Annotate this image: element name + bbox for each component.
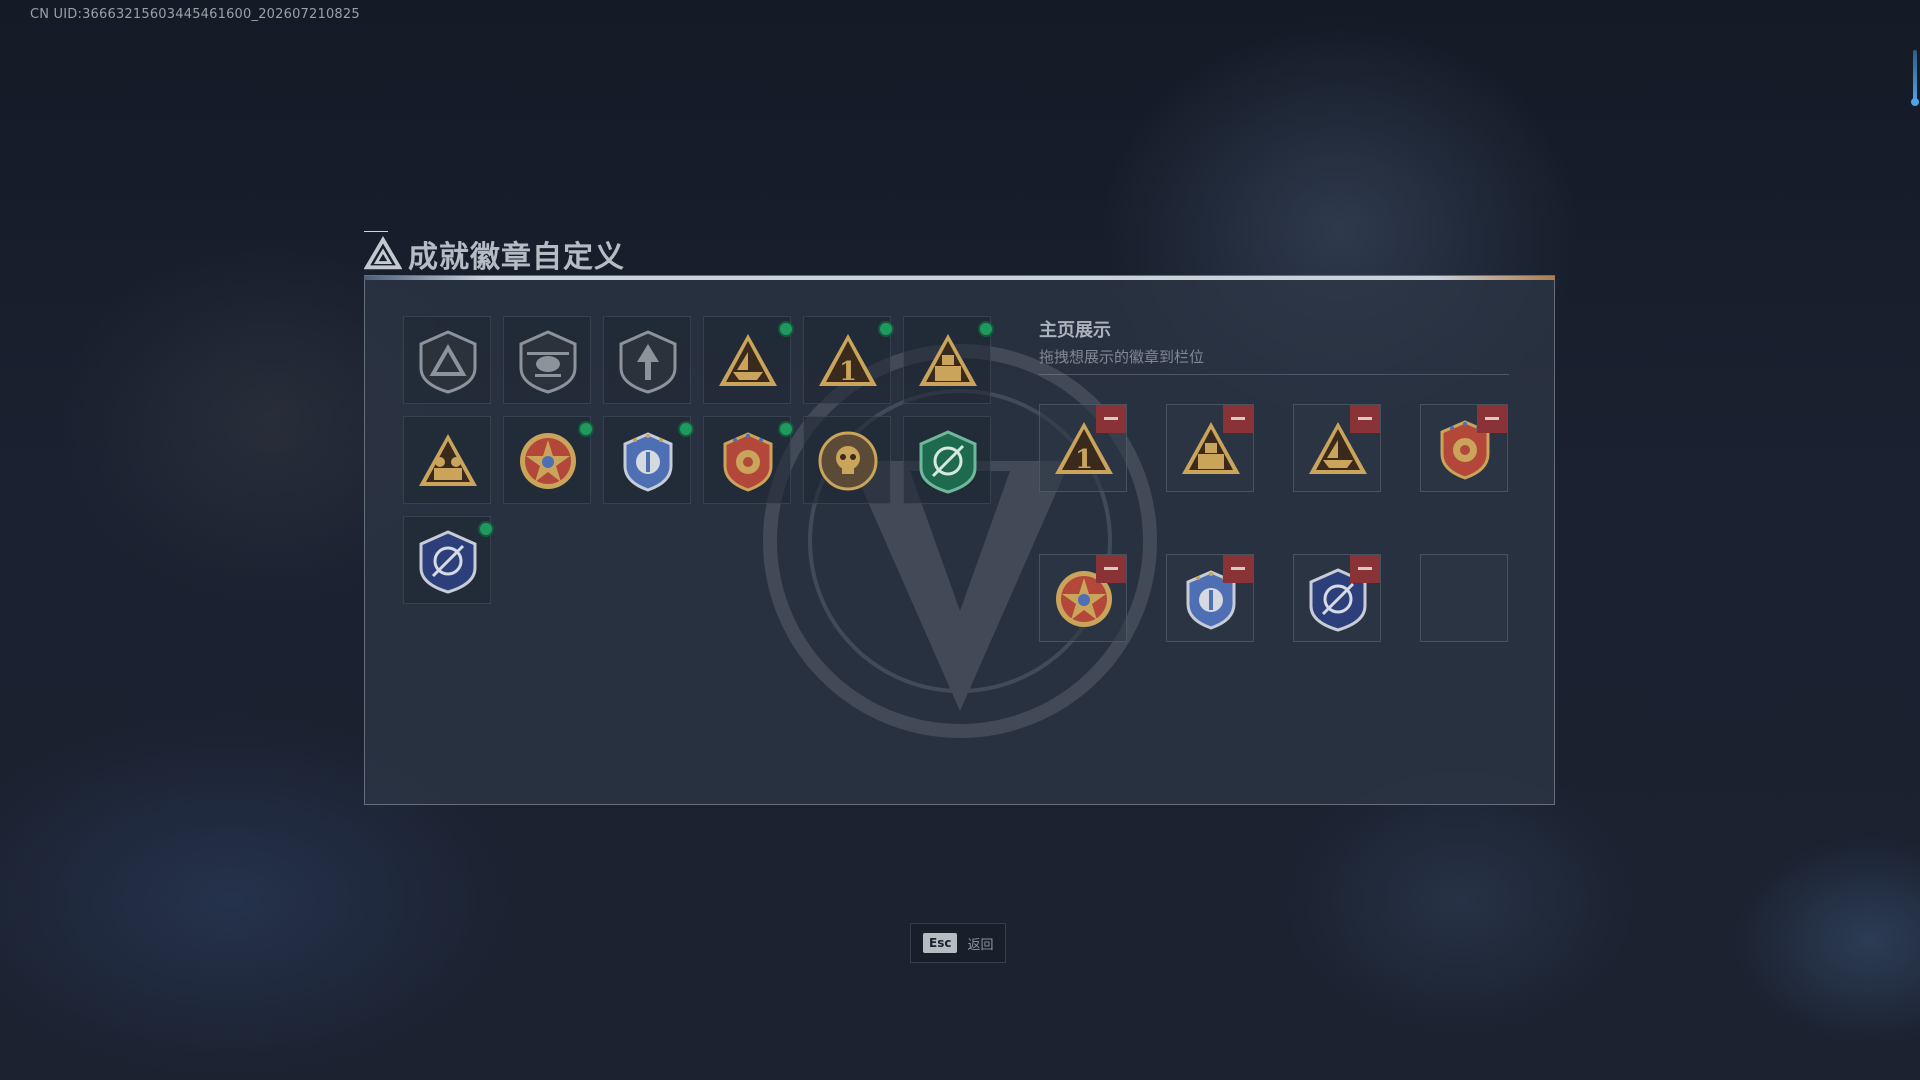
number-one-triangle-badge-icon: 1 [819, 334, 877, 387]
back-label: 返回 [967, 937, 994, 953]
badge-slot[interactable] [603, 316, 691, 404]
remove-badge-button[interactable] [1096, 405, 1126, 433]
back-button[interactable]: Esc 返回 [910, 923, 1007, 963]
showcase-subtitle: 拖拽想展示的徽章到栏位 [1039, 348, 1205, 366]
showcase-divider [1039, 374, 1509, 375]
ship-triangle-badge-icon [719, 334, 777, 386]
remove-badge-button[interactable] [1477, 405, 1507, 433]
remove-badge-button[interactable] [1096, 555, 1126, 583]
uid-watermark: CN UID:36663215603445461600_202607210825 [30, 7, 360, 22]
esc-key-hint: Esc [923, 933, 958, 953]
showcase-slot[interactable] [1293, 554, 1381, 642]
svg-text:1: 1 [1075, 445, 1093, 475]
badge-slot[interactable] [503, 416, 594, 504]
remove-badge-button[interactable] [1223, 405, 1253, 433]
badge-slot[interactable] [803, 416, 891, 504]
star-medal-badge-icon [520, 433, 576, 489]
remove-badge-button[interactable] [1350, 555, 1380, 583]
showcase-slot[interactable] [1420, 404, 1508, 492]
badge-slot[interactable]: 1 [803, 316, 894, 404]
showcase-slot[interactable] [1166, 554, 1254, 642]
badge-slot[interactable] [903, 416, 991, 504]
svg-text:1: 1 [839, 357, 857, 387]
homepage-showcase: 主页展示 拖拽想展示的徽章到栏位 [1039, 316, 1509, 367]
showcase-slot-empty[interactable] [1420, 554, 1508, 642]
skull-round-badge-icon [818, 431, 878, 491]
remove-badge-button[interactable] [1223, 555, 1253, 583]
soldiers-triangle-badge-icon [419, 434, 477, 486]
badge-slot[interactable] [603, 416, 694, 504]
blue-compass-shield-badge-icon [419, 530, 477, 594]
arrow-shield-badge-icon [619, 330, 677, 394]
showcase-slot[interactable]: 1 [1039, 404, 1127, 492]
green-compass-shield-badge-icon [919, 430, 977, 494]
showcase-slot[interactable] [1293, 404, 1381, 492]
crate-triangle-badge-icon [919, 334, 977, 386]
badge-slot[interactable] [903, 316, 994, 404]
scroll-indicator[interactable] [1911, 50, 1919, 106]
showcase-slot[interactable] [1039, 554, 1127, 642]
badge-slot[interactable] [503, 316, 591, 404]
orange-crest-badge-icon [723, 432, 773, 492]
badge-slot[interactable] [403, 316, 491, 404]
badge-slot[interactable] [703, 416, 794, 504]
triangle-shield-badge-icon [419, 330, 477, 394]
new-indicator-dot [778, 421, 794, 437]
new-indicator-dot [978, 321, 994, 337]
new-indicator-dot [778, 321, 794, 337]
badge-customize-panel: 1 主页展示 拖拽想展示的徽章到栏位 1 [364, 275, 1555, 805]
new-indicator-dot [478, 521, 494, 537]
remove-badge-button[interactable] [1350, 405, 1380, 433]
triangle-logo-icon [364, 235, 402, 270]
badge-slot[interactable] [403, 516, 494, 604]
new-indicator-dot [578, 421, 594, 437]
badge-slot[interactable] [703, 316, 794, 404]
showcase-title: 主页展示 [1039, 320, 1111, 341]
badge-slot[interactable] [403, 416, 491, 504]
panel-topbar [364, 276, 1555, 280]
page-title: 成就徽章自定义 [408, 240, 625, 275]
blue-crest-badge-icon [623, 432, 673, 492]
showcase-slot[interactable] [1166, 404, 1254, 492]
helicopter-shield-badge-icon [519, 330, 577, 394]
new-indicator-dot [878, 321, 894, 337]
new-indicator-dot [678, 421, 694, 437]
dialog-header: 成就徽章自定义 [364, 232, 625, 276]
